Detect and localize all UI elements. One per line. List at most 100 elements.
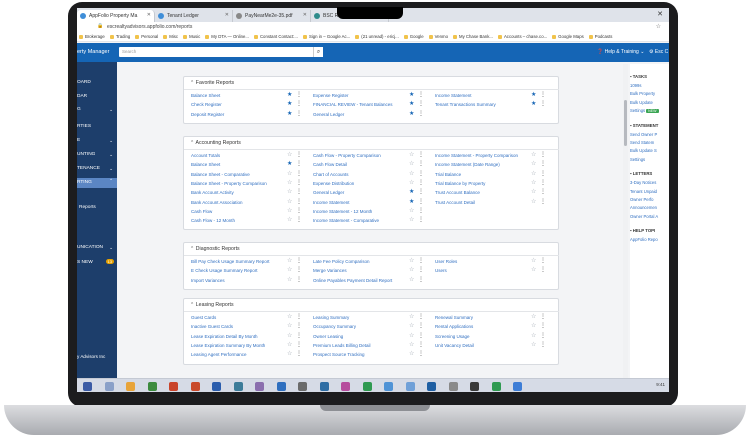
taskbar-app-icon[interactable] <box>319 382 329 391</box>
report-link[interactable]: Income Statement - Comparative <box>313 218 379 223</box>
report-link[interactable]: Balance Sheet <box>191 93 220 98</box>
favorite-star-icon[interactable]: ☆ <box>409 267 414 273</box>
report-link[interactable]: E Check Usage Summary Report <box>191 268 258 273</box>
window-close-icon[interactable]: ✕ <box>657 10 663 18</box>
favorite-star-icon[interactable]: ☆ <box>287 217 292 223</box>
report-link[interactable]: Screening Usage <box>435 334 470 339</box>
taskbar-app-icon[interactable] <box>255 382 264 391</box>
report-link[interactable]: Expense Register <box>313 93 349 98</box>
sidebar-item[interactable]: S NEW 13 <box>77 259 117 265</box>
more-options-icon[interactable]: ⋮ <box>540 171 546 177</box>
sidebar-item[interactable]: G ⌄ <box>77 107 117 112</box>
report-link[interactable]: Leasing Agent Performance <box>191 352 247 357</box>
more-options-icon[interactable]: ⋮ <box>418 323 424 329</box>
more-options-icon[interactable]: ⋮ <box>296 101 302 107</box>
report-link[interactable]: Bank Account Association <box>191 200 243 205</box>
report-link[interactable]: Leasing Summary <box>313 315 349 320</box>
address-bar[interactable]: 🔒 escrealtyadvisors.appfolio.com/reports… <box>77 22 669 32</box>
close-icon[interactable]: ✕ <box>147 12 151 18</box>
taskbar-app-icon[interactable] <box>362 382 372 391</box>
taskbar-app-icon[interactable] <box>104 382 114 391</box>
report-link[interactable]: General Ledger <box>313 190 344 195</box>
close-icon[interactable]: ✕ <box>225 12 229 18</box>
favorite-star-icon[interactable]: ☆ <box>531 258 536 264</box>
more-options-icon[interactable]: ⋮ <box>296 152 302 158</box>
more-options-icon[interactable]: ⋮ <box>296 333 302 339</box>
more-options-icon[interactable]: ⋮ <box>296 161 302 167</box>
browser-tab[interactable]: AppFolio Property Ma ✕ <box>77 10 155 22</box>
sidebar-item[interactable]: DAR <box>77 94 117 99</box>
report-link[interactable]: FINANCIAL REVIEW - Tenant Balances <box>313 102 393 107</box>
help-training-menu[interactable]: ❓ Help & Training ⌄ <box>597 49 644 55</box>
report-link[interactable]: Late Fee Policy Comparison <box>313 259 370 264</box>
favorite-star-icon[interactable]: ☆ <box>531 180 536 186</box>
favorite-star-icon[interactable]: ☆ <box>287 277 292 283</box>
favorite-star-icon[interactable]: ☆ <box>287 171 292 177</box>
taskbar-app-icon[interactable] <box>470 382 479 391</box>
report-link[interactable]: Premium Leads Billing Detail <box>313 343 371 348</box>
more-options-icon[interactable]: ⋮ <box>296 208 302 214</box>
taskbar-app-icon[interactable] <box>169 382 178 391</box>
report-link[interactable]: Owner Leasing <box>313 334 343 339</box>
more-options-icon[interactable]: ⋮ <box>418 101 424 107</box>
bookmark-item[interactable]: Brokerage <box>79 34 105 39</box>
panel-link[interactable]: Send Statem <box>630 140 654 145</box>
more-options-icon[interactable]: ⋮ <box>296 217 302 223</box>
taskbar-app-icon[interactable] <box>491 382 501 391</box>
more-options-icon[interactable]: ⋮ <box>418 351 424 357</box>
tray-clock[interactable]: 9:41 <box>656 382 665 387</box>
bookmark-item[interactable]: Google Maps <box>552 34 584 39</box>
bookmark-item[interactable]: (21 unread) - ericj... <box>355 34 399 39</box>
favorite-star-icon[interactable]: ☆ <box>409 333 414 339</box>
favorite-star-icon[interactable]: ☆ <box>531 314 536 320</box>
favorite-star-icon[interactable]: ☆ <box>287 351 292 357</box>
favorite-star-icon[interactable]: ☆ <box>531 161 536 167</box>
report-link[interactable]: Unit Vacancy Detail <box>435 343 474 348</box>
favorite-star-icon[interactable]: ★ <box>409 101 414 107</box>
favorite-star-icon[interactable]: ☆ <box>287 199 292 205</box>
bookmark-item[interactable]: My DTA — Online... <box>205 34 249 39</box>
more-options-icon[interactable]: ⋮ <box>540 161 546 167</box>
favorite-star-icon[interactable]: ☆ <box>409 277 414 283</box>
more-options-icon[interactable]: ⋮ <box>296 111 302 117</box>
panel-link[interactable]: Settings <box>630 157 645 162</box>
more-options-icon[interactable]: ⋮ <box>296 267 302 273</box>
more-options-icon[interactable]: ⋮ <box>296 92 302 98</box>
bookmark-item[interactable]: Music <box>183 34 200 39</box>
report-link[interactable]: Online Payables Payment Detail Report <box>313 278 392 283</box>
favorite-star-icon[interactable]: ☆ <box>531 189 536 195</box>
bookmark-item[interactable]: Misc <box>163 34 178 39</box>
report-link[interactable]: Tenant Transactions Summary <box>435 102 496 107</box>
favorite-star-icon[interactable]: ★ <box>409 199 414 205</box>
favorite-star-icon[interactable]: ☆ <box>287 180 292 186</box>
report-link[interactable]: Lease Expiration Detail By Month <box>191 334 258 339</box>
report-link[interactable]: Cash Flow - Property Comparison <box>313 153 381 158</box>
more-options-icon[interactable]: ⋮ <box>296 189 302 195</box>
report-link[interactable]: Guest Cards <box>191 315 216 320</box>
panel-link[interactable]: AppFolio Repo <box>630 237 658 242</box>
more-options-icon[interactable]: ⋮ <box>296 180 302 186</box>
taskbar-app-icon[interactable] <box>448 382 458 391</box>
favorite-star-icon[interactable]: ★ <box>531 101 536 107</box>
favorite-star-icon[interactable]: ☆ <box>409 161 414 167</box>
favorite-star-icon[interactable]: ☆ <box>531 333 536 339</box>
favorite-star-icon[interactable]: ☆ <box>531 152 536 158</box>
panel-link[interactable]: Owner Perfo <box>630 197 654 202</box>
sidebar-item[interactable]: RTING ⌃ <box>77 178 117 188</box>
more-options-icon[interactable]: ⋮ <box>540 101 546 107</box>
sidebar-item[interactable]: RTIES <box>77 124 117 129</box>
report-link[interactable]: Income Statement <box>435 93 472 98</box>
favorite-star-icon[interactable]: ☆ <box>531 267 536 273</box>
favorite-star-icon[interactable]: ☆ <box>287 333 292 339</box>
favorite-star-icon[interactable]: ★ <box>287 161 292 167</box>
more-options-icon[interactable]: ⋮ <box>540 323 546 329</box>
panel-link[interactable]: Settings NEW <box>630 108 659 114</box>
more-options-icon[interactable]: ⋮ <box>418 333 424 339</box>
more-options-icon[interactable]: ⋮ <box>418 171 424 177</box>
panel-link[interactable]: Tenant Unpaid <box>630 189 657 194</box>
search-input[interactable]: Search <box>119 47 317 57</box>
more-options-icon[interactable]: ⋮ <box>418 314 424 320</box>
panel-link[interactable]: Bulk Property <box>630 91 655 96</box>
report-link[interactable]: Balance Sheet - Property Comparison <box>191 181 267 186</box>
panel-link[interactable]: 3-Day Notices <box>630 180 656 185</box>
